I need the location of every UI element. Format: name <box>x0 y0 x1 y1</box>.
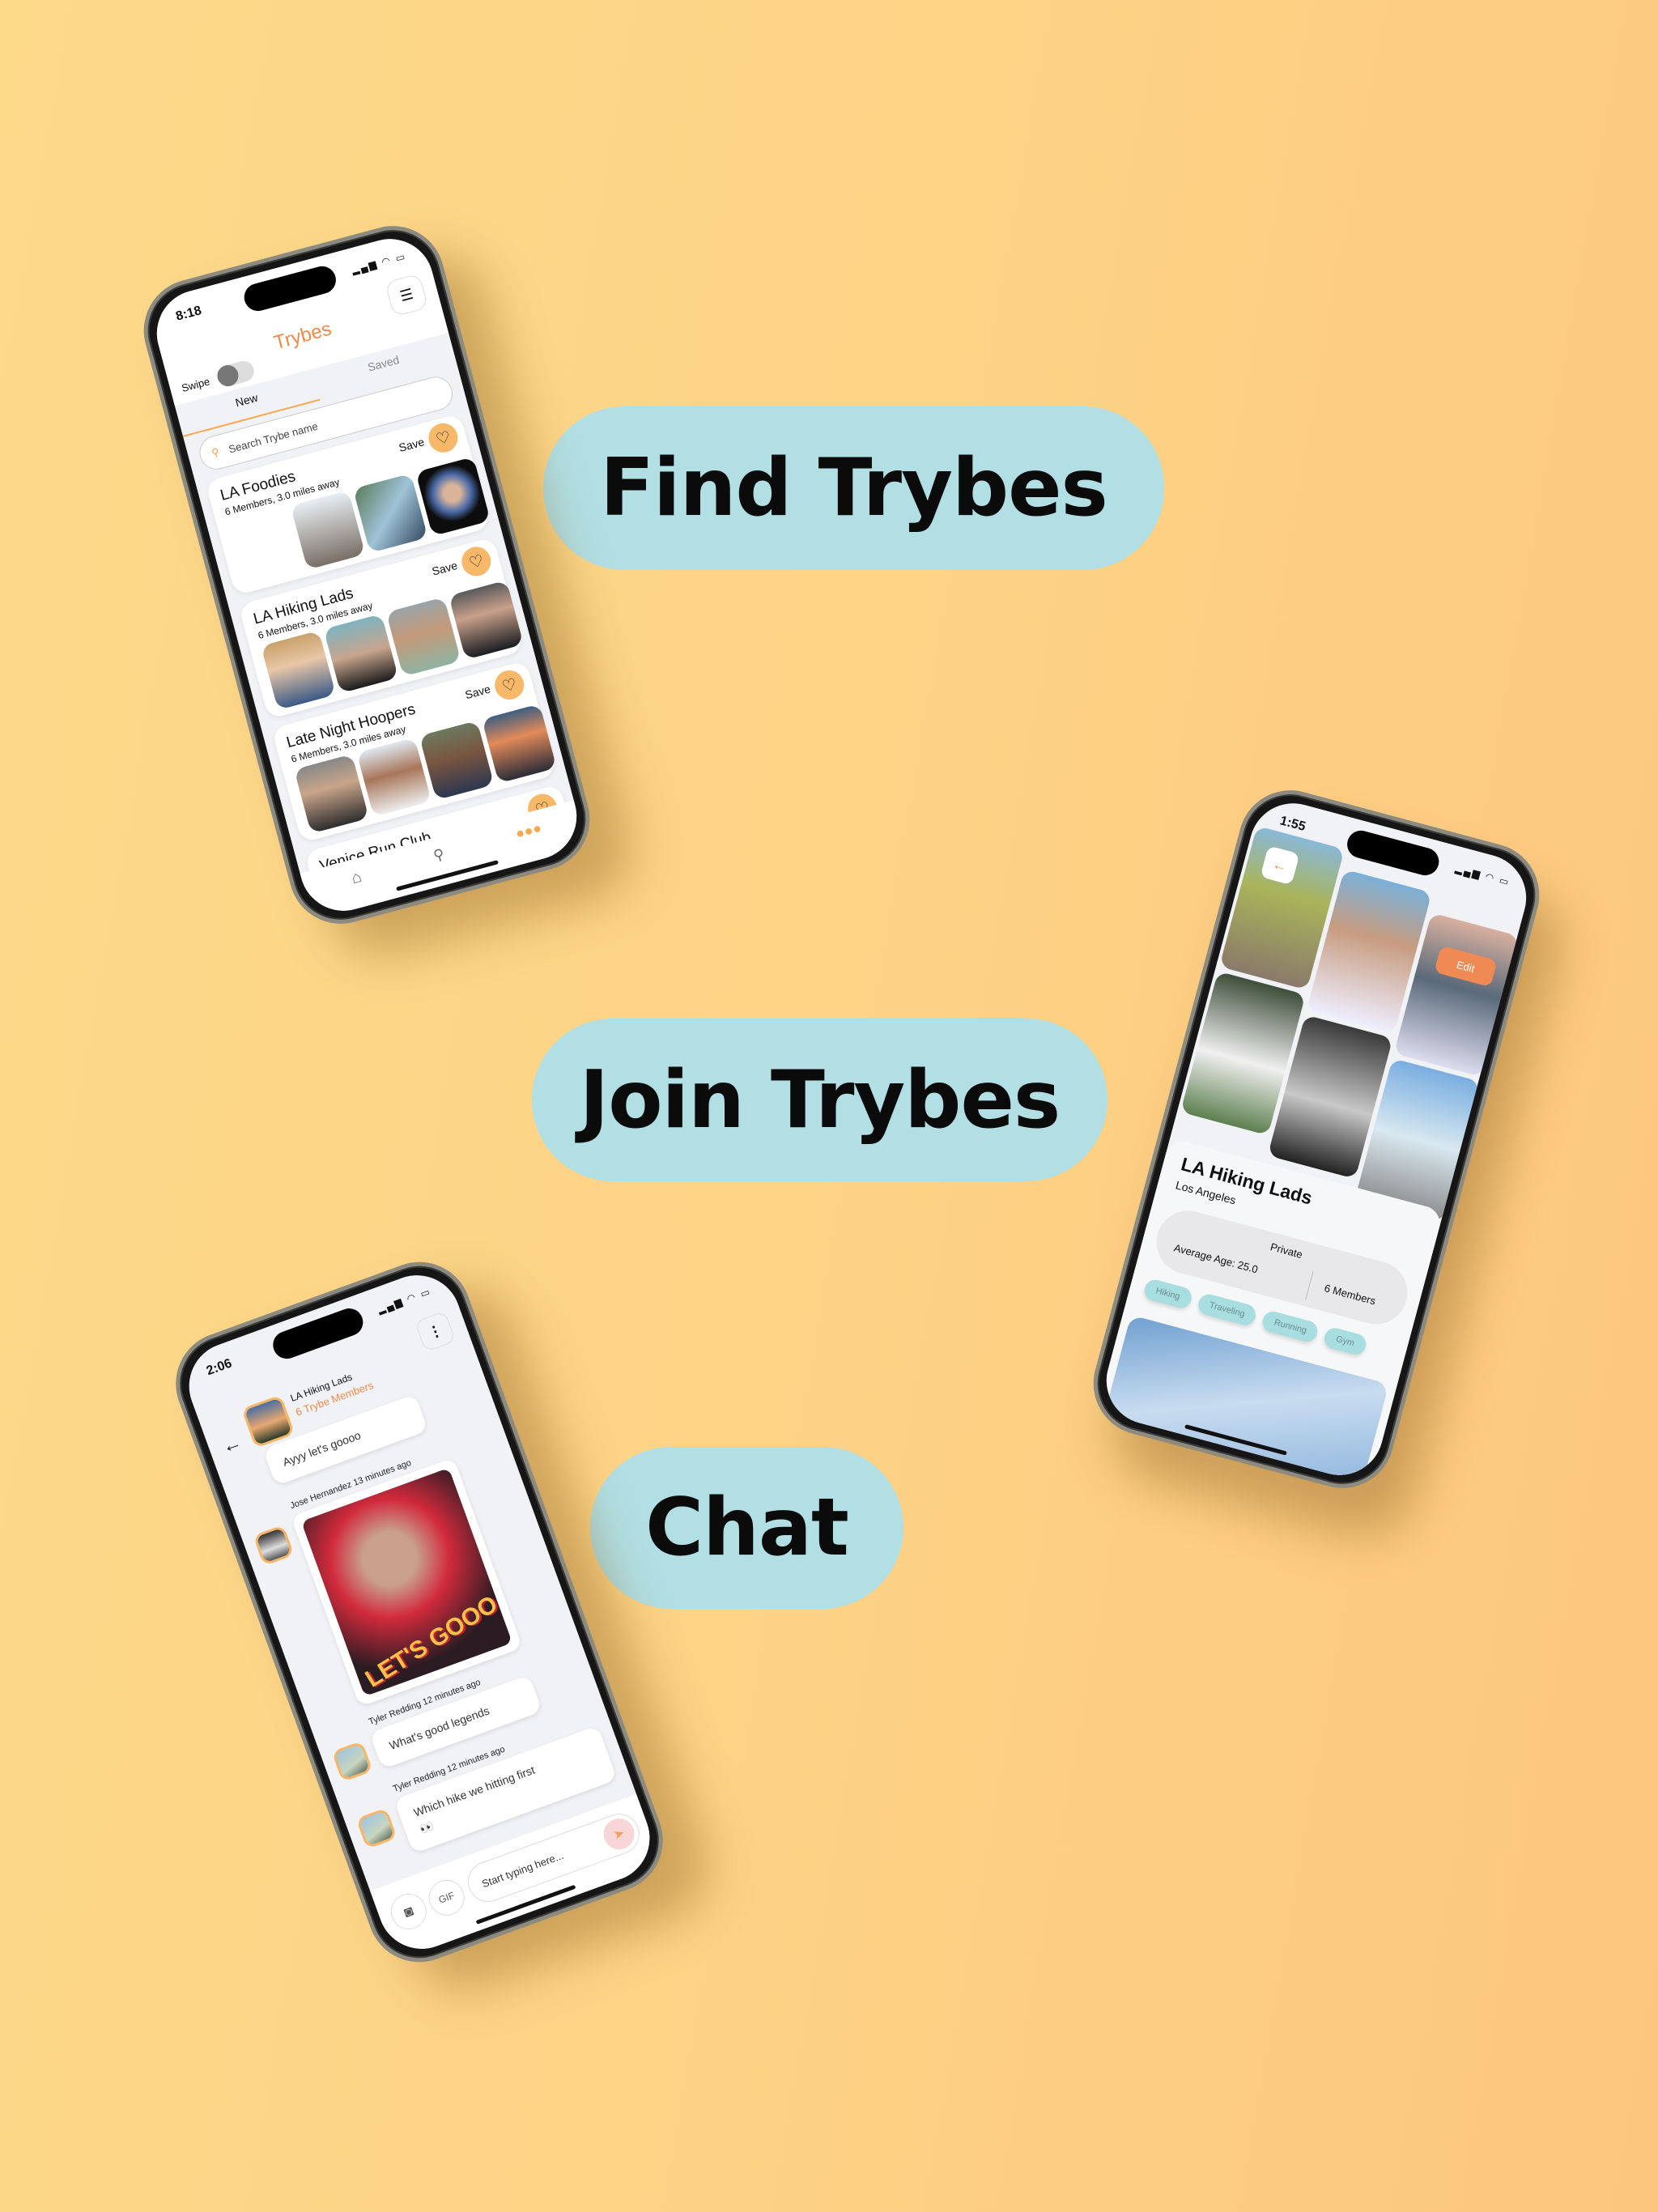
dynamic-island <box>269 1304 368 1363</box>
member-photo <box>290 490 366 570</box>
gif-caption: LET'S GOOO <box>360 1590 503 1693</box>
status-icons: ▂▄▆ ◠ ▭ <box>1454 862 1511 888</box>
gif-label: GIF <box>436 1889 457 1906</box>
member-count: 6 Members <box>1323 1282 1377 1308</box>
arrow-left-icon: ← <box>219 1431 245 1459</box>
chat-text: Chat <box>645 1482 849 1574</box>
chat-screen: 2:06 ▂▄▆ ◠ ▭ ⋮ ← LA Hiking Lads 6 Trybe … <box>176 1262 662 1962</box>
save-heart-button[interactable]: ♡ <box>458 543 495 580</box>
gif-image: LET'S GOOO <box>300 1467 512 1697</box>
message-text: Ayyy let's goooo <box>280 1428 363 1469</box>
status-time: 2:06 <box>204 1356 234 1379</box>
save-label: Save <box>397 435 426 455</box>
find-screen: 8:18 ▂▄▆ ◠ ▭ ☰ Trybes Swipe New Saved ⚲ S… <box>147 229 587 921</box>
sender-avatar <box>253 1524 295 1567</box>
join-trybes-phone: 1:55 ▂▄▆ ◠ ▭ ← Edit LA Hiking Lads Los A… <box>1082 778 1551 1500</box>
chat-label: Chat <box>590 1447 903 1609</box>
status-time: 1:55 <box>1278 814 1307 835</box>
member-photo <box>385 597 461 677</box>
save-heart-button[interactable]: ♡ <box>491 666 528 704</box>
save-label: Save <box>430 558 459 578</box>
find-trybes-text: Find Trybes <box>600 442 1108 534</box>
chat-phone: 2:06 ▂▄▆ ◠ ▭ ⋮ ← LA Hiking Lads 6 Trybe … <box>161 1247 678 1977</box>
member-photo <box>352 473 428 554</box>
search-icon: ⚲ <box>210 445 221 460</box>
kebab-icon: ⋮ <box>425 1321 445 1342</box>
dynamic-island <box>1344 827 1443 878</box>
heart-icon: ♡ <box>466 551 486 572</box>
member-photo <box>415 456 491 537</box>
member-photo <box>356 737 432 817</box>
member-photo <box>323 613 399 694</box>
find-trybes-label: Find Trybes <box>543 406 1164 570</box>
member-photo <box>419 720 495 801</box>
group-icon[interactable]: ●●● <box>514 819 544 843</box>
arrow-left-icon: ← <box>1270 855 1290 875</box>
join-screen: 1:55 ▂▄▆ ◠ ▭ ← Edit LA Hiking Lads Los A… <box>1096 793 1537 1485</box>
back-button[interactable]: ← <box>219 1431 244 1459</box>
join-trybes-text: Join Trybes <box>579 1053 1061 1146</box>
average-age: Average Age: 25.0 <box>1172 1241 1260 1276</box>
tab-saved-label: Saved <box>366 352 401 374</box>
status-icons: ▂▄▆ ◠ ▭ <box>376 1285 433 1316</box>
member-photo <box>449 580 524 660</box>
sender-avatar <box>355 1807 397 1849</box>
edit-label: Edit <box>1455 958 1477 975</box>
home-icon[interactable]: ⌂ <box>350 868 364 888</box>
sender-avatar <box>331 1740 373 1783</box>
send-icon: ➤ <box>611 1826 627 1843</box>
person-search-icon[interactable]: ⚲ <box>432 845 446 865</box>
divider <box>1305 1271 1314 1300</box>
save-label: Save <box>463 682 492 702</box>
find-trybes-phone: 8:18 ▂▄▆ ◠ ▭ ☰ Trybes Swipe New Saved ⚲ S… <box>132 214 602 936</box>
heart-icon: ♡ <box>500 674 519 696</box>
heart-icon: ♡ <box>434 428 453 449</box>
member-photo <box>481 704 557 784</box>
join-trybes-label: Join Trybes <box>532 1019 1107 1181</box>
more-options-button[interactable]: ⋮ <box>414 1310 457 1353</box>
save-heart-button[interactable]: ♡ <box>425 419 461 456</box>
search-placeholder: Search Trybe name <box>227 419 320 456</box>
member-photo <box>261 630 336 711</box>
camera-icon: ◙ <box>401 1902 416 1921</box>
message-bubble: Ayyy let's goooo <box>262 1393 428 1487</box>
member-photo <box>294 754 369 834</box>
tab-new-label: New <box>233 390 260 410</box>
